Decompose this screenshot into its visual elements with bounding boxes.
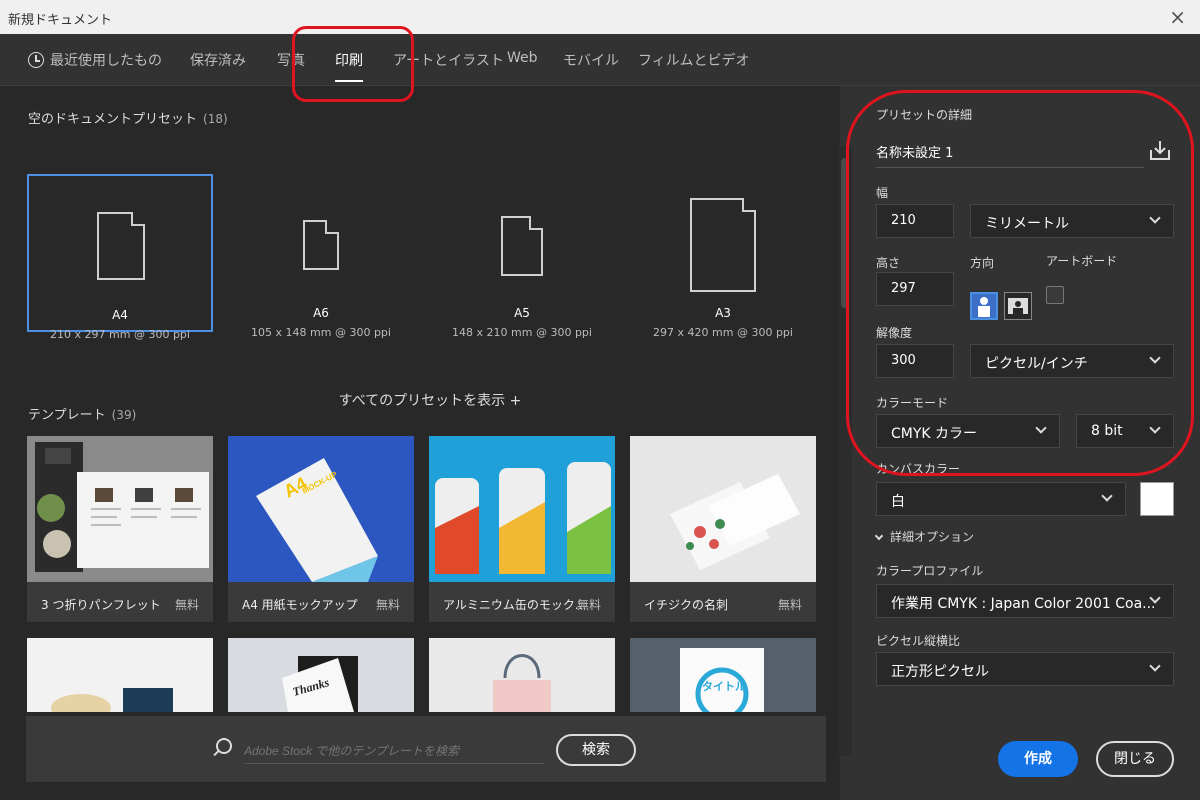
tab-web[interactable]: Web	[507, 50, 538, 66]
artboard-checkbox[interactable]	[1046, 286, 1064, 304]
tab-recent[interactable]: 最近使用したもの	[28, 50, 162, 70]
scrollbar-thumb[interactable]	[841, 158, 849, 308]
a4-mockup-thumbnail: A4 MOCK-UP	[228, 436, 414, 582]
aluminum-can-thumbnail	[429, 436, 615, 582]
chevron-down-icon	[1149, 660, 1161, 672]
color-mode-select[interactable]: CMYK カラー	[876, 414, 1060, 448]
landscape-icon	[1008, 298, 1028, 314]
pixel-aspect-label: ピクセル縦横比	[876, 634, 961, 648]
chevron-down-icon	[1149, 422, 1161, 434]
pixel-aspect-select[interactable]: 正方形ピクセル	[876, 652, 1174, 686]
tab-film-video[interactable]: フィルムとビデオ	[638, 50, 749, 70]
tab-label: 最近使用したもの	[50, 53, 162, 69]
create-button[interactable]: 作成	[998, 741, 1078, 777]
search-button[interactable]: 検索	[556, 734, 636, 766]
tab-saved[interactable]: 保存済み	[190, 50, 246, 70]
title-bar: 新規ドキュメント ×	[0, 0, 1200, 34]
presets-scrollbar[interactable]	[838, 146, 852, 756]
resolution-label: 解像度	[876, 326, 913, 340]
new-document-dialog: 最近使用したもの 保存済み 写真 印刷 アートとイラスト Web モバイル フィ…	[0, 34, 1200, 800]
preset-a3[interactable]: A3 297 x 420 mm @ 300 ppi	[630, 174, 816, 339]
color-profile-label: カラープロファイル	[876, 564, 984, 578]
chevron-down-icon	[1035, 422, 1047, 434]
document-name-field[interactable]: 名称未設定 1	[876, 138, 1144, 168]
preset-a5[interactable]: A5 148 x 210 mm @ 300 ppi	[429, 174, 615, 339]
landscape-orientation-button[interactable]	[1004, 292, 1032, 320]
canvas-color-swatch[interactable]	[1140, 482, 1174, 516]
brochure-thumbnail	[27, 436, 213, 582]
window-title: 新規ドキュメント	[8, 13, 113, 28]
portrait-icon	[978, 297, 990, 317]
advanced-options-toggle[interactable]: 詳細オプション	[874, 528, 974, 545]
document-icon	[97, 212, 145, 280]
preset-details-panel: プリセットの詳細 名称未設定 1 幅 210 ミリメートル 高さ 297 方向 …	[852, 86, 1200, 800]
document-icon	[690, 198, 756, 292]
height-input[interactable]: 297	[876, 272, 954, 306]
clock-icon	[28, 52, 44, 68]
template-card-aluminum-can[interactable]: アルミニウム缶のモック... 無料	[429, 436, 615, 622]
document-icon	[501, 216, 543, 276]
height-label: 高さ	[876, 256, 901, 270]
chevron-down-icon	[1149, 352, 1161, 364]
template-card-row2-2[interactable]: Thanks	[228, 638, 414, 712]
tab-print[interactable]: 印刷	[335, 50, 363, 82]
preset-a6[interactable]: A6 105 x 148 mm @ 300 ppi	[228, 174, 414, 339]
width-label: 幅	[876, 186, 889, 200]
template-card-row2-4[interactable]: タイトル	[630, 638, 816, 712]
template-card-row2-1[interactable]	[27, 638, 213, 712]
preset-a4[interactable]: A4 210 x 297 mm @ 300 ppi	[27, 174, 213, 341]
canvas-color-select[interactable]: 白	[876, 482, 1126, 516]
fig-business-card-thumbnail	[630, 436, 816, 582]
portrait-orientation-button[interactable]	[970, 292, 998, 320]
chevron-down-icon	[1149, 212, 1161, 224]
resolution-unit-select[interactable]: ピクセル/インチ	[970, 344, 1174, 378]
document-icon	[303, 220, 339, 270]
width-unit-select[interactable]: ミリメートル	[970, 204, 1174, 238]
tab-art-illustration[interactable]: アートとイラスト	[393, 50, 504, 70]
templates-heading: テンプレート (39)	[28, 408, 137, 423]
template-card-a4-mockup[interactable]: A4 MOCK-UP A4 用紙モックアップ 無料	[228, 436, 414, 622]
template-card-brochure[interactable]: 3 つ折りパンフレット 無料	[27, 436, 213, 622]
svg-text:タイトル: タイトル	[702, 680, 746, 693]
thanks-card-thumbnail: Thanks	[228, 638, 414, 712]
bit-depth-select[interactable]: 8 bit	[1076, 414, 1174, 448]
search-icon	[216, 738, 232, 754]
save-preset-icon[interactable]	[1148, 138, 1172, 162]
category-tabs: 最近使用したもの 保存済み 写真 印刷 アートとイラスト Web モバイル フィ…	[0, 34, 1200, 86]
width-input[interactable]: 210	[876, 204, 954, 238]
presets-heading: 空のドキュメントプリセット (18)	[28, 112, 228, 127]
stock-search-input[interactable]	[244, 738, 544, 764]
artboard-label: アートボード	[1046, 254, 1118, 268]
title-poster-thumbnail: タイトル	[630, 638, 816, 712]
preset-details-title: プリセットの詳細	[876, 108, 973, 122]
chevron-down-icon	[1101, 490, 1113, 502]
chevron-down-icon	[874, 531, 884, 541]
tab-mobile[interactable]: モバイル	[563, 50, 619, 70]
template-card-row2-3[interactable]	[429, 638, 615, 712]
tote-bag-thumbnail	[429, 638, 615, 712]
canvas-color-label: カンバスカラー	[876, 462, 961, 476]
orientation-label: 方向	[970, 256, 995, 270]
color-mode-label: カラーモード	[876, 396, 949, 410]
template-card-fig-business-card[interactable]: イチジクの名刺 無料	[630, 436, 816, 622]
close-button[interactable]: 閉じる	[1096, 741, 1174, 777]
mug-thumbnail	[27, 638, 213, 712]
presets-area: 空のドキュメントプリセット (18) A4 210 x 297 mm @ 300 …	[0, 86, 852, 800]
tab-photo[interactable]: 写真	[277, 50, 305, 70]
stock-search-bar: 検索	[26, 716, 826, 782]
resolution-input[interactable]: 300	[876, 344, 954, 378]
close-icon[interactable]: ×	[1169, 5, 1186, 29]
color-profile-select[interactable]: 作業用 CMYK : Japan Color 2001 Coa...	[876, 584, 1174, 618]
